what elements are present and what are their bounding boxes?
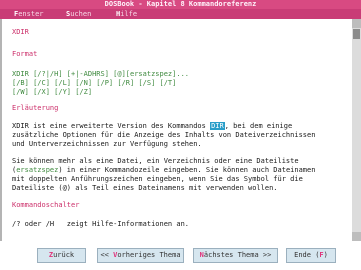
paragraph-1-line-2: zusätzliche Optionen für die Anzeige des… (12, 131, 316, 139)
previous-topic-button[interactable]: << Vorheriges Thema (97, 248, 184, 263)
explanation-label: Erläuterung (12, 104, 59, 112)
syntax-line-3: [/W] [/X] [/Y] [/Z] (12, 88, 93, 96)
syntax-line-2: [/B] [/C] [/L] [/N] [/P] [/R] [/S] [/T] (12, 79, 177, 87)
menu-fenster[interactable]: Fenster (14, 9, 44, 19)
menu-suchen[interactable]: Suchen (66, 9, 91, 19)
window-title: DOSBook - Kapitel 8 Kommandoreferenz (0, 0, 361, 9)
next-topic-button[interactable]: Nächstes Thema >> (193, 248, 278, 263)
scroll-thumb[interactable] (353, 29, 360, 39)
link-ersatzspez[interactable]: ersatzspez (16, 166, 58, 174)
syntax-line-1: XDIR [/?|/H] [+|-ADHRS] [@][ersatzspez].… (12, 70, 190, 78)
switches-label: Kommandoschalter (12, 201, 80, 209)
back-button[interactable]: Zurück (37, 248, 86, 263)
scroll-up-arrow-icon[interactable] (352, 19, 361, 28)
menu-bar: Fenster Suchen Hilfe (0, 9, 361, 19)
switch-help: /? oder /H zeigt Hilfe-Informationen an. (12, 220, 190, 228)
link-dir[interactable]: DIR (210, 122, 225, 130)
topic-heading: XDIR (12, 28, 29, 36)
scroll-down-arrow-icon[interactable] (352, 232, 361, 241)
paragraph-2-line-3: mit doppelten Anführungszeichen eingeben… (12, 175, 303, 183)
format-label: Format (12, 50, 38, 58)
paragraph-2-line-1: Sie können mehr als eine Datei, ein Verz… (12, 157, 299, 165)
dosbook-window: DOSBook - Kapitel 8 Kommandoreferenz Fen… (0, 0, 361, 270)
paragraph-2-line-4: Dateiliste (@) als Teil eines Dateinamen… (12, 184, 278, 192)
help-content: XDIR Format XDIR [/?|/H] [+|-ADHRS] [@][… (0, 19, 353, 241)
paragraph-1-line-3: und Unterverzeichnissen zur Verfügung st… (12, 140, 202, 148)
paragraph-1-line-1: XDIR ist eine erweiterte Version des Kom… (12, 122, 293, 130)
end-button[interactable]: Ende (F) (286, 248, 336, 263)
paragraph-2-line-2: (ersatzspez) in einer Kommandozeile eing… (12, 166, 316, 174)
menu-hilfe[interactable]: Hilfe (116, 9, 137, 19)
vertical-scrollbar[interactable] (352, 19, 361, 241)
